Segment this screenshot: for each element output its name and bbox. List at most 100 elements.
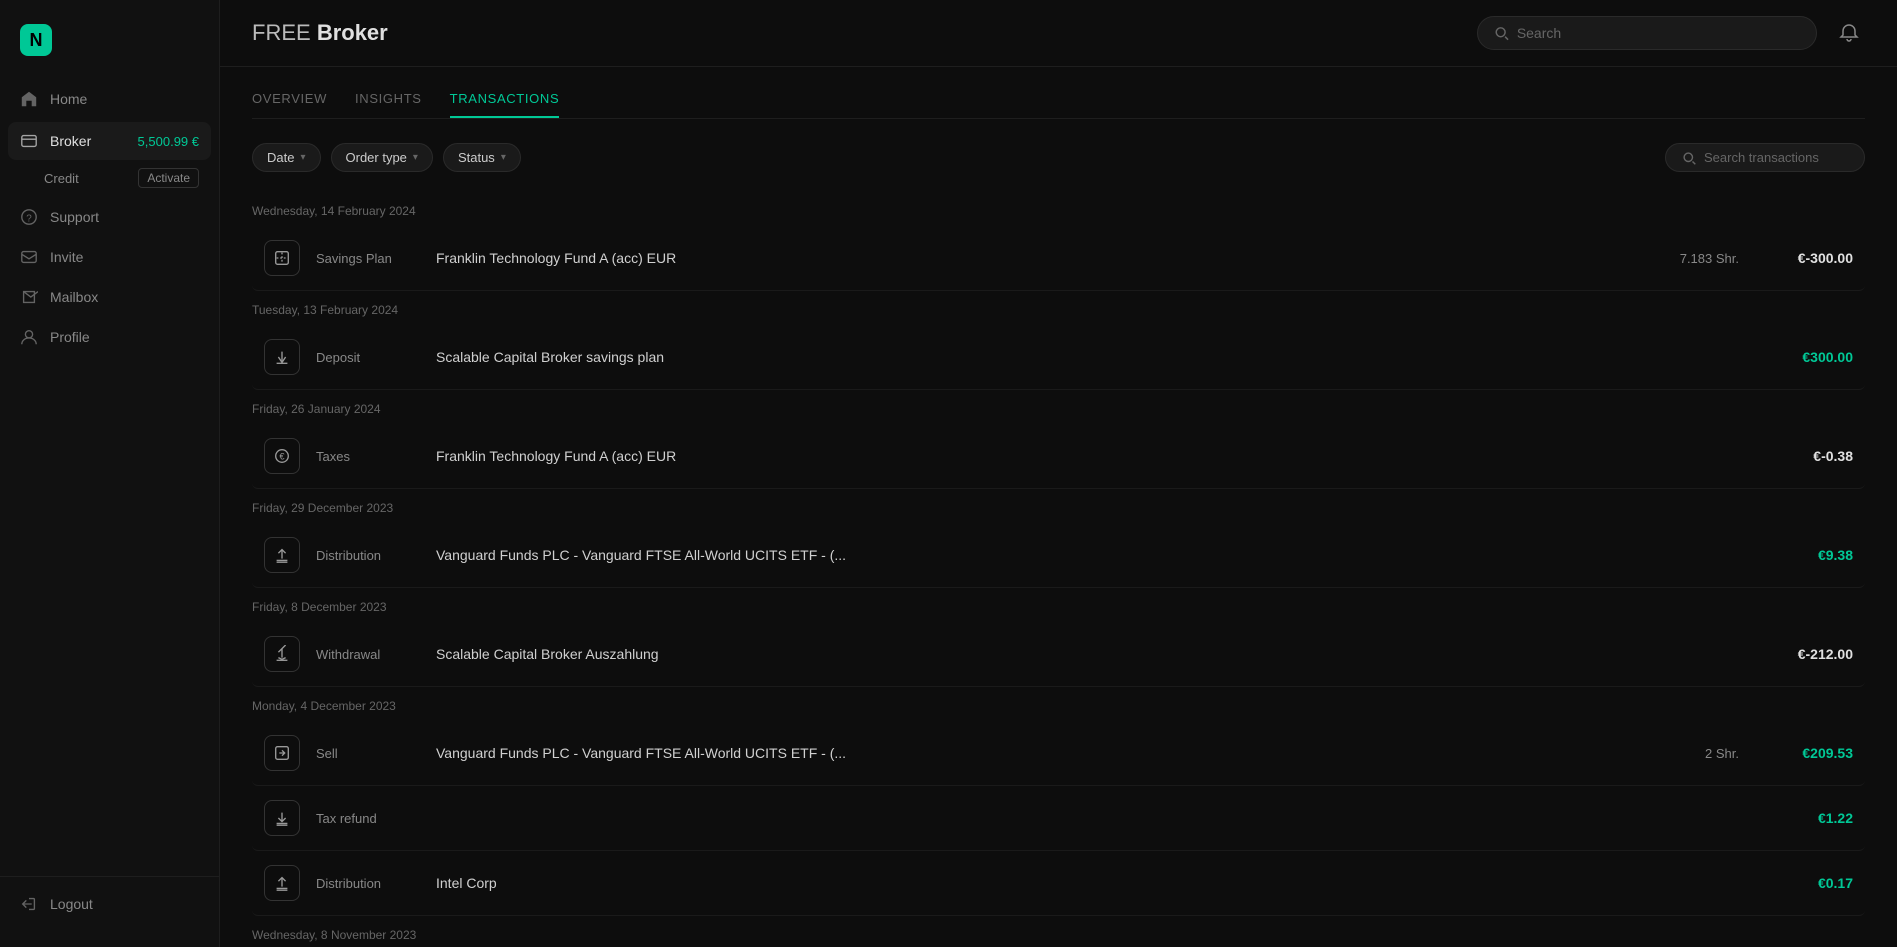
order-type-filter[interactable]: Order type ▾ xyxy=(331,143,433,172)
svg-text:?: ? xyxy=(26,214,32,225)
transaction-type: Tax refund xyxy=(316,811,436,826)
global-search-bar[interactable] xyxy=(1477,16,1817,50)
transaction-type: Withdrawal xyxy=(316,647,436,662)
transaction-row[interactable]: SellVanguard Funds PLC - Vanguard FTSE A… xyxy=(252,721,1865,786)
sidebar-item-logout[interactable]: Logout xyxy=(8,885,211,923)
status-filter-chevron: ▾ xyxy=(501,152,506,163)
transaction-type: Distribution xyxy=(316,548,436,563)
transaction-type: Taxes xyxy=(316,449,436,464)
date-group-label: Friday, 8 December 2023 xyxy=(252,588,1865,622)
sidebar-label-broker: Broker xyxy=(50,133,91,149)
date-filter[interactable]: Date ▾ xyxy=(252,143,321,172)
transaction-amount: €9.38 xyxy=(1763,547,1853,563)
transaction-type: Distribution xyxy=(316,876,436,891)
transaction-row[interactable]: € TaxesFranklin Technology Fund A (acc) E… xyxy=(252,424,1865,489)
sidebar-item-support[interactable]: ? Support xyxy=(8,198,211,236)
transaction-name: Scalable Capital Broker Auszahlung xyxy=(436,646,1659,662)
credit-activate-button[interactable]: Activate xyxy=(138,168,199,188)
transaction-row[interactable]: DistributionVanguard Funds PLC - Vanguar… xyxy=(252,523,1865,588)
transactions-search-bar[interactable]: Search transactions xyxy=(1665,143,1865,172)
title-free: FREE xyxy=(252,20,311,45)
sidebar-bottom: Logout xyxy=(0,876,219,931)
sidebar-label-credit: Credit xyxy=(44,171,79,186)
transaction-type: Savings Plan xyxy=(316,251,436,266)
sidebar-item-profile[interactable]: Profile xyxy=(8,318,211,356)
transaction-name: Scalable Capital Broker savings plan xyxy=(436,349,1659,365)
filters-row: Date ▾ Order type ▾ Status ▾ Search tran… xyxy=(252,143,1865,172)
taxes-icon: € xyxy=(264,438,300,474)
transactions-search-label: Search transactions xyxy=(1704,150,1819,165)
order-type-filter-chevron: ▾ xyxy=(413,152,418,163)
search-icon xyxy=(1494,25,1509,41)
transactions-list: Wednesday, 14 February 2024Savings PlanF… xyxy=(252,192,1865,947)
distribution-icon xyxy=(264,537,300,573)
title-broker: Broker xyxy=(317,20,388,45)
page-title: FREE Broker xyxy=(252,20,388,46)
transaction-name: Franklin Technology Fund A (acc) EUR xyxy=(436,448,1659,464)
transaction-shares: 7.183 Shr. xyxy=(1659,251,1739,266)
main-content: FREE Broker OVERVIEW xyxy=(220,0,1897,947)
sidebar-label-invite: Invite xyxy=(50,249,83,265)
transaction-amount: €-300.00 xyxy=(1763,250,1853,266)
date-group-label: Wednesday, 14 February 2024 xyxy=(252,192,1865,226)
sidebar-item-home[interactable]: Home xyxy=(8,80,211,118)
sidebar-label-home: Home xyxy=(50,91,87,107)
sidebar-label-support: Support xyxy=(50,209,99,225)
date-group-label: Wednesday, 8 November 2023 xyxy=(252,916,1865,947)
transaction-row[interactable]: DepositScalable Capital Broker savings p… xyxy=(252,325,1865,390)
sidebar-item-credit[interactable]: Credit Activate xyxy=(8,160,211,196)
tab-insights[interactable]: INSIGHTS xyxy=(355,91,422,118)
transaction-row[interactable]: Savings PlanFranklin Technology Fund A (… xyxy=(252,226,1865,291)
savings-plan-icon xyxy=(264,240,300,276)
sidebar-logo: N xyxy=(0,16,219,80)
sell-icon xyxy=(264,735,300,771)
app-logo[interactable]: N xyxy=(20,24,52,56)
sidebar-item-invite[interactable]: Invite xyxy=(8,238,211,276)
date-group-label: Friday, 29 December 2023 xyxy=(252,489,1865,523)
transaction-name: Vanguard Funds PLC - Vanguard FTSE All-W… xyxy=(436,547,1659,563)
support-icon: ? xyxy=(20,208,38,226)
invite-icon xyxy=(20,248,38,266)
withdrawal-icon xyxy=(264,636,300,672)
tab-transactions[interactable]: TRANSACTIONS xyxy=(450,91,560,118)
order-type-filter-label: Order type xyxy=(346,150,407,165)
broker-icon xyxy=(20,132,38,150)
date-filter-label: Date xyxy=(267,150,294,165)
broker-balance: 5,500.99 € xyxy=(138,134,199,149)
tab-overview[interactable]: OVERVIEW xyxy=(252,91,327,118)
date-group-label: Monday, 4 December 2023 xyxy=(252,687,1865,721)
transaction-shares: 2 Shr. xyxy=(1659,746,1739,761)
tabs-bar: OVERVIEW INSIGHTS TRANSACTIONS xyxy=(252,91,1865,119)
transaction-row[interactable]: DistributionIntel Corp€0.17 xyxy=(252,851,1865,916)
transaction-name: Franklin Technology Fund A (acc) EUR xyxy=(436,250,1659,266)
broker-section: Broker 5,500.99 € Credit Activate xyxy=(8,122,211,196)
date-group-label: Friday, 26 January 2024 xyxy=(252,390,1865,424)
topbar: FREE Broker xyxy=(220,0,1897,67)
transaction-amount: €300.00 xyxy=(1763,349,1853,365)
transaction-amount: €209.53 xyxy=(1763,745,1853,761)
logout-icon xyxy=(20,895,38,913)
search-input[interactable] xyxy=(1517,25,1800,41)
transaction-amount: €1.22 xyxy=(1763,810,1853,826)
sidebar-item-mailbox[interactable]: Mailbox xyxy=(8,278,211,316)
sidebar-item-broker[interactable]: Broker 5,500.99 € xyxy=(8,122,211,160)
transaction-row[interactable]: Tax refund €1.22 xyxy=(252,786,1865,851)
transaction-amount: €-212.00 xyxy=(1763,646,1853,662)
broker-row-left: Broker xyxy=(20,132,91,150)
deposit-icon xyxy=(264,339,300,375)
sidebar-label-mailbox: Mailbox xyxy=(50,289,98,305)
distribution-icon xyxy=(264,865,300,901)
profile-icon xyxy=(20,328,38,346)
content-area: OVERVIEW INSIGHTS TRANSACTIONS Date ▾ Or… xyxy=(220,67,1897,947)
notification-bell[interactable] xyxy=(1833,17,1865,49)
date-filter-chevron: ▾ xyxy=(300,152,305,163)
status-filter[interactable]: Status ▾ xyxy=(443,143,521,172)
transaction-type: Deposit xyxy=(316,350,436,365)
sidebar-nav: Home Broker 5,500.99 € Credit Activate xyxy=(0,80,219,868)
date-group-label: Tuesday, 13 February 2024 xyxy=(252,291,1865,325)
sidebar: N Home Broker 5,500.99 € xyxy=(0,0,220,947)
home-icon xyxy=(20,90,38,108)
status-filter-label: Status xyxy=(458,150,495,165)
transaction-row[interactable]: WithdrawalScalable Capital Broker Auszah… xyxy=(252,622,1865,687)
transaction-amount: €-0.38 xyxy=(1763,448,1853,464)
